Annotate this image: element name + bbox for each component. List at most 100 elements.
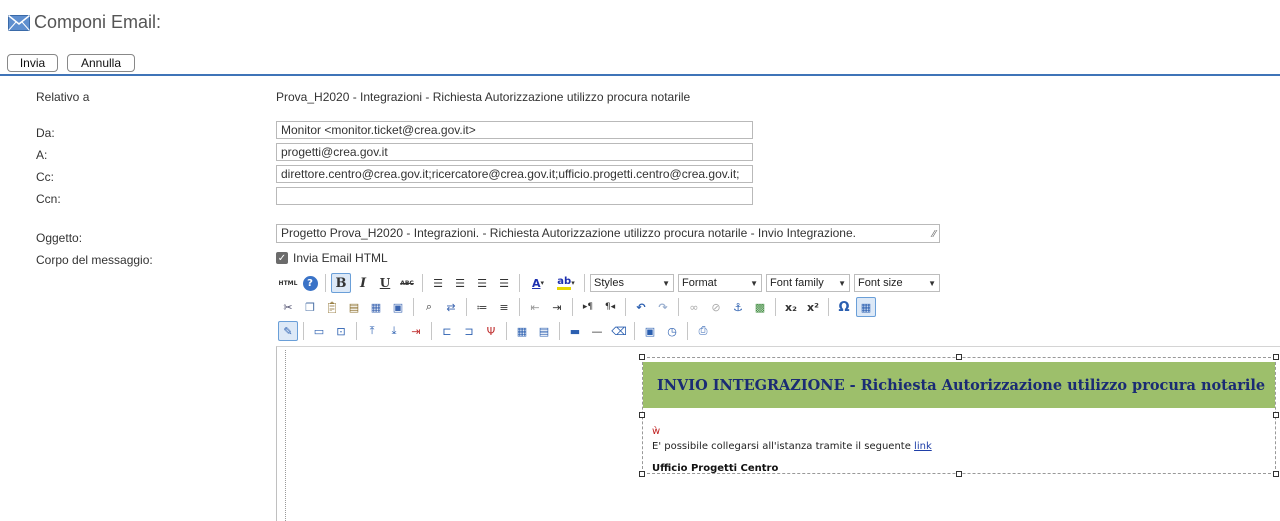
unlink-icon[interactable]: ⊘ bbox=[706, 297, 726, 317]
html-source-button[interactable]: HTML bbox=[278, 273, 298, 293]
chevron-down-icon: ▼ bbox=[838, 278, 846, 288]
visual-aid-icon[interactable]: ✎ bbox=[278, 321, 298, 341]
align-justify-icon[interactable]: ☰ bbox=[494, 273, 514, 293]
send-button[interactable]: Invia bbox=[7, 54, 58, 72]
delete-row-icon[interactable]: ⇥ bbox=[406, 321, 426, 341]
find-icon[interactable]: ⌕ bbox=[419, 297, 439, 317]
signature-text: Ufficio Progetti Centro bbox=[652, 463, 779, 474]
resize-handle[interactable] bbox=[956, 471, 962, 477]
outdent-icon[interactable]: ⇤ bbox=[525, 297, 545, 317]
to-field[interactable]: progetti@crea.gov.it bbox=[276, 143, 753, 161]
resize-handle[interactable] bbox=[1273, 471, 1279, 477]
subscript-button[interactable]: x₂ bbox=[781, 297, 801, 317]
resize-handle[interactable] bbox=[639, 412, 645, 418]
cancel-button[interactable]: Annulla bbox=[67, 54, 135, 72]
checkbox-checked-icon[interactable]: ✓ bbox=[276, 252, 288, 264]
underline-button[interactable]: U bbox=[375, 273, 395, 293]
preview-icon[interactable]: ⎙ bbox=[693, 321, 713, 341]
replace-icon[interactable]: ⇄ bbox=[441, 297, 461, 317]
link-icon[interactable]: ∞ bbox=[684, 297, 704, 317]
numbered-list-icon[interactable]: ≡ bbox=[494, 297, 514, 317]
delete-col-icon[interactable]: Ψ bbox=[481, 321, 501, 341]
subject-field[interactable]: Progetto Prova_H2020 - Integrazioni. - R… bbox=[276, 224, 940, 243]
resize-handle[interactable] bbox=[1273, 354, 1279, 360]
horizontal-rule-icon[interactable]: ▬ bbox=[565, 321, 585, 341]
format-dropdown[interactable]: Format ▼ bbox=[678, 274, 762, 292]
html-checkbox-label: Invia Email HTML bbox=[293, 251, 388, 265]
insert-row-before-icon[interactable]: ⤒ bbox=[362, 321, 382, 341]
insert-col-after-icon[interactable]: ⊐ bbox=[459, 321, 479, 341]
editor-margin-guide bbox=[285, 350, 286, 521]
merge-cells-icon[interactable]: ▤ bbox=[534, 321, 554, 341]
remove-format-icon[interactable]: ⌫ bbox=[609, 321, 629, 341]
cc-field[interactable]: direttore.centro@crea.gov.it;ricercatore… bbox=[276, 165, 753, 183]
font-size-dropdown-label: Font size bbox=[858, 277, 903, 289]
page-title-text: Componi Email: bbox=[34, 12, 162, 32]
styles-dropdown-label: Styles bbox=[594, 277, 624, 289]
superscript-button[interactable]: x² bbox=[803, 297, 823, 317]
link-sentence: E' possibile collegarsi all'istanza tram… bbox=[652, 441, 915, 452]
subject-text: Progetto Prova_H2020 - Integrazioni. - R… bbox=[281, 226, 856, 240]
resize-handle[interactable] bbox=[639, 354, 645, 360]
styles-dropdown[interactable]: Styles ▼ bbox=[590, 274, 674, 292]
paste-word-icon[interactable]: ▦ bbox=[366, 297, 386, 317]
format-dropdown-label: Format bbox=[682, 277, 717, 289]
resize-grip-icon[interactable]: ⁄⁄ bbox=[933, 227, 936, 242]
align-left-icon[interactable]: ☰ bbox=[428, 273, 448, 293]
anchor-icon[interactable]: ⚓︎ bbox=[728, 297, 748, 317]
chevron-down-icon: ▼ bbox=[750, 278, 758, 288]
insert-row-after-icon[interactable]: ⤓ bbox=[384, 321, 404, 341]
bold-button[interactable]: B bbox=[331, 273, 351, 293]
image-icon[interactable]: ▩ bbox=[750, 297, 770, 317]
table-cell-props-icon[interactable]: ⊡ bbox=[331, 321, 351, 341]
toolbar-row-1: HTML ? B I U ABC ☰ ☰ ☰ ☰ A ▾ ab ▾ Styles ▼ … bbox=[278, 272, 942, 294]
strikethrough-button[interactable]: ABC bbox=[397, 273, 417, 293]
bcc-label: Ccn: bbox=[36, 192, 61, 206]
banner-cell: INVIO INTEGRAZIONE - Richiesta Autorizza… bbox=[643, 362, 1275, 408]
istanza-link[interactable]: link bbox=[914, 441, 932, 452]
html-checkbox-row[interactable]: ✓ Invia Email HTML bbox=[276, 251, 388, 265]
subject-label: Oggetto: bbox=[36, 231, 83, 245]
highlight-color-icon[interactable]: ab ▾ bbox=[553, 273, 579, 293]
marker-text: ẁ bbox=[652, 426, 661, 437]
font-size-dropdown[interactable]: Font size ▼ bbox=[854, 274, 940, 292]
from-field[interactable]: Monitor <monitor.ticket@crea.gov.it> bbox=[276, 121, 753, 139]
envelope-icon bbox=[8, 14, 30, 31]
link-paragraph: E' possibile collegarsi all'istanza tram… bbox=[652, 441, 932, 452]
cut-icon[interactable]: ✂ bbox=[278, 297, 298, 317]
insert-time-icon[interactable]: ◷ bbox=[662, 321, 682, 341]
banner-text: INVIO INTEGRAZIONE - Richiesta Autorizza… bbox=[657, 376, 1266, 394]
align-right-icon[interactable]: ☰ bbox=[472, 273, 492, 293]
body-label: Corpo del messaggio: bbox=[36, 253, 153, 267]
insert-col-before-icon[interactable]: ⊏ bbox=[437, 321, 457, 341]
undo-icon[interactable]: ↶ bbox=[631, 297, 651, 317]
indent-icon[interactable]: ⇥ bbox=[547, 297, 567, 317]
paste-icon[interactable]: 📋︎ bbox=[322, 297, 342, 317]
resize-handle[interactable] bbox=[1273, 412, 1279, 418]
font-family-dropdown[interactable]: Font family ▼ bbox=[766, 274, 850, 292]
bullet-list-icon[interactable]: ≔ bbox=[472, 297, 492, 317]
copy-icon[interactable]: ❐ bbox=[300, 297, 320, 317]
chevron-down-icon: ▼ bbox=[928, 278, 936, 288]
redo-icon[interactable]: ↷ bbox=[653, 297, 673, 317]
help-icon[interactable]: ? bbox=[300, 273, 320, 293]
cc-label: Cc: bbox=[36, 170, 54, 184]
special-char-button[interactable]: Ω bbox=[834, 297, 854, 317]
related-value: Prova_H2020 - Integrazioni - Richiesta A… bbox=[276, 90, 691, 104]
table-row-props-icon[interactable]: ▭ bbox=[309, 321, 329, 341]
split-cells-icon[interactable]: ▦ bbox=[512, 321, 532, 341]
bcc-field[interactable] bbox=[276, 187, 753, 205]
rtl-icon[interactable]: ¶◂ bbox=[600, 297, 620, 317]
ltr-icon[interactable]: ▸¶ bbox=[578, 297, 598, 317]
italic-button[interactable]: I bbox=[353, 273, 373, 293]
align-center-icon[interactable]: ☰ bbox=[450, 273, 470, 293]
table-grid-icon[interactable]: ▦ bbox=[856, 297, 876, 317]
resize-handle[interactable] bbox=[639, 471, 645, 477]
resize-handle[interactable] bbox=[956, 354, 962, 360]
insert-date-icon[interactable]: ▣ bbox=[640, 321, 660, 341]
select-all-icon[interactable]: ▣ bbox=[388, 297, 408, 317]
related-label: Relativo a bbox=[36, 90, 90, 104]
text-color-icon[interactable]: A ▾ bbox=[525, 273, 551, 293]
paste-text-icon[interactable]: ▤ bbox=[344, 297, 364, 317]
hr-line-icon[interactable]: — bbox=[587, 321, 607, 341]
